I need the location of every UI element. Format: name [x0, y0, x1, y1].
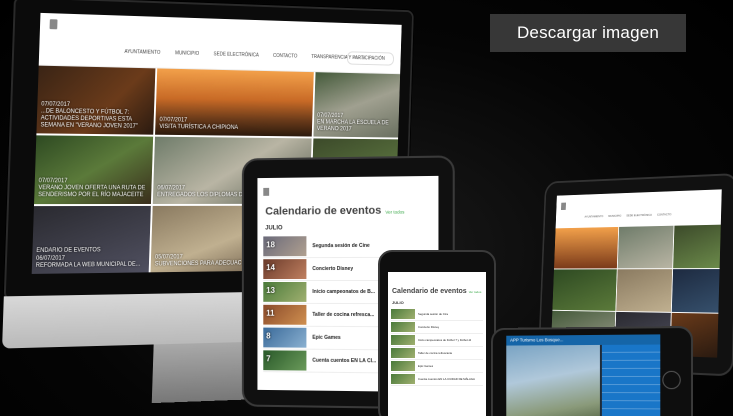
- news-caption: ...DE BALONCESTO Y FÚTBOL 7: ACTIVIDADES…: [40, 108, 138, 130]
- event-day: 14: [266, 263, 275, 273]
- crest-icon: [263, 187, 270, 196]
- site-header: AYUNTAMIENTO MUNICIPIO SEDE ELECTRÓNICA …: [556, 189, 722, 226]
- event-thumbnail: 18: [263, 236, 307, 257]
- event-row[interactable]: Cuenta cuentos EN LA CIUDAD DE MÁLAGA: [391, 373, 483, 386]
- calendar-title: Calendario de eventos Ver todos: [388, 272, 486, 297]
- event-title: Concierto Disney: [312, 265, 354, 273]
- event-title: Taller de cocina refresca...: [312, 311, 375, 319]
- crest-icon: [49, 19, 58, 30]
- site-nav: AYUNTAMIENTO MUNICIPIO SEDE ELECTRÓNICA …: [124, 49, 385, 62]
- app-menu-item[interactable]: [601, 393, 661, 402]
- see-all-link[interactable]: Ver todos: [385, 210, 404, 215]
- home-button-icon: [662, 370, 681, 390]
- news-tile[interactable]: [672, 269, 720, 313]
- nav-item-contacto[interactable]: CONTACTO: [273, 53, 297, 59]
- event-title: Concierto Disney: [418, 325, 440, 329]
- news-caption: VERANO JOVEN OFERTA UNA RUTA DE SENDERIS…: [38, 185, 146, 199]
- app-menu-item[interactable]: [601, 409, 661, 416]
- event-day: 8: [266, 331, 271, 341]
- event-title: Segunda sesión de Cine: [312, 242, 370, 250]
- download-image-button[interactable]: Descargar imagen: [490, 14, 686, 52]
- event-title: Segunda sesión de Cine: [418, 312, 449, 316]
- nav-item-sede[interactable]: SEDE ELECTRÓNICA: [626, 213, 652, 217]
- event-thumbnail: [391, 348, 415, 358]
- event-thumbnail: [391, 322, 415, 332]
- app-menu-item[interactable]: [601, 385, 661, 394]
- news-tile[interactable]: 07/07/2017 VISITA TURÍSTICA A CHIPIONA: [155, 68, 314, 137]
- app-menu-item[interactable]: [601, 368, 661, 377]
- phone-calendar-screen: Calendario de eventos Ver todos JULIO Se…: [388, 272, 486, 416]
- crest-icon: [561, 202, 566, 211]
- event-row[interactable]: Taller de cocina refrescante: [391, 347, 483, 360]
- nav-item-contacto[interactable]: CONTACTO: [657, 212, 671, 216]
- event-title: Epic Games: [418, 364, 434, 368]
- event-day: 18: [266, 240, 275, 250]
- calendar-month: JULIO: [392, 300, 404, 305]
- event-row[interactable]: Epic Games: [391, 360, 483, 373]
- nav-item-ayuntamiento[interactable]: AYUNTAMIENTO: [584, 214, 603, 218]
- event-thumbnail: [391, 309, 415, 319]
- site-header: [257, 176, 438, 206]
- phone-landscape: APP Turismo Los Bosque...: [491, 325, 694, 416]
- nav-item-ayuntamiento[interactable]: AYUNTAMIENTO: [124, 49, 160, 56]
- app-menu-item[interactable]: [601, 344, 661, 353]
- calendar-month: JULIO: [265, 225, 283, 232]
- news-tile[interactable]: [554, 226, 618, 269]
- app-menu-item[interactable]: [601, 376, 661, 386]
- event-thumbnail: 7: [263, 350, 307, 371]
- app-hero-image: [506, 344, 600, 416]
- site-logo[interactable]: [49, 19, 58, 30]
- event-day: 13: [266, 285, 275, 295]
- news-tile[interactable]: endario de eventos 06/07/2017 REFORMADA LA…: [31, 205, 152, 274]
- news-tile[interactable]: [673, 224, 721, 269]
- event-title: Taller de cocina refrescante: [418, 351, 453, 355]
- calendar-heading: Calendario de eventos: [392, 288, 467, 295]
- see-all-link[interactable]: Ver todos: [469, 290, 482, 294]
- monitor-stand: [151, 341, 254, 404]
- calendar-heading: Calendario de eventos: [265, 204, 382, 218]
- nav-item-sede[interactable]: SEDE ELECTRÓNICA: [214, 51, 259, 58]
- device-mockup-scene: AYUNTAMIENTO MUNICIPIO SEDE ELECTRÓNICA …: [0, 0, 733, 416]
- news-tile[interactable]: 07/07/2017 EN MARCHA LA ESCUELA DE VERANO…: [313, 72, 401, 138]
- event-row[interactable]: Concierto Disney: [391, 321, 483, 334]
- nav-item-municipio[interactable]: MUNICIPIO: [608, 214, 621, 218]
- event-day: 11: [266, 308, 275, 318]
- event-title: Cuenta cuentos EN LA CIUDAD DE MÁLAGA: [418, 377, 475, 381]
- app-menu-item[interactable]: [601, 360, 661, 369]
- event-title: Inicio campeonatos de B...: [312, 288, 376, 296]
- news-tile[interactable]: [617, 225, 674, 269]
- event-title: Inicio campeonatos de Fútbol 7 y Fútbol-…: [418, 338, 472, 342]
- news-caption: VISITA TURÍSTICA A CHIPIONA: [159, 124, 239, 132]
- event-row[interactable]: Inicio campeonatos de Fútbol 7 y Fútbol-…: [391, 334, 483, 347]
- event-title: Epic Games: [312, 334, 341, 341]
- event-thumbnail: 14: [263, 259, 307, 280]
- phone-portrait: Calendario de eventos Ver todos JULIO Se…: [378, 250, 496, 416]
- news-caption: EN MARCHA LA ESCUELA DE VERANO 2017: [316, 119, 389, 133]
- event-thumbnail: 13: [263, 282, 307, 302]
- event-day: 7: [266, 354, 271, 364]
- news-caption: REFORMADA LA WEB MUNICIPAL DE...: [35, 261, 141, 269]
- event-thumbnail: 11: [263, 304, 307, 325]
- nav-item-municipio[interactable]: MUNICIPIO: [175, 50, 199, 56]
- news-tile[interactable]: [552, 269, 617, 311]
- site-nav: AYUNTAMIENTO MUNICIPIO SEDE ELECTRÓNICA …: [584, 212, 671, 218]
- app-menu: [601, 344, 661, 416]
- event-thumbnail: [391, 361, 415, 371]
- event-thumbnail: [391, 335, 415, 345]
- event-thumbnail: [391, 374, 415, 384]
- news-tile[interactable]: 07/07/2017 ...DE BALONCESTO Y FÚTBOL 7: A…: [36, 65, 156, 136]
- search-input[interactable]: Buscar: [346, 51, 395, 66]
- site-header: AYUNTAMIENTO MUNICIPIO SEDE ELECTRÓNICA …: [38, 12, 402, 75]
- event-row[interactable]: Segunda sesión de Cine: [391, 308, 483, 321]
- news-tile[interactable]: [615, 269, 673, 312]
- app-menu-item[interactable]: [601, 352, 661, 361]
- event-thumbnail: 8: [263, 327, 307, 348]
- tourism-app-screen: APP Turismo Los Bosque...: [506, 334, 661, 416]
- news-tile[interactable]: 07/07/2017 VERANO JOVEN OFERTA UNA RUTA D…: [34, 135, 154, 204]
- event-title: Cuenta cuentos EN LA CI...: [312, 357, 377, 365]
